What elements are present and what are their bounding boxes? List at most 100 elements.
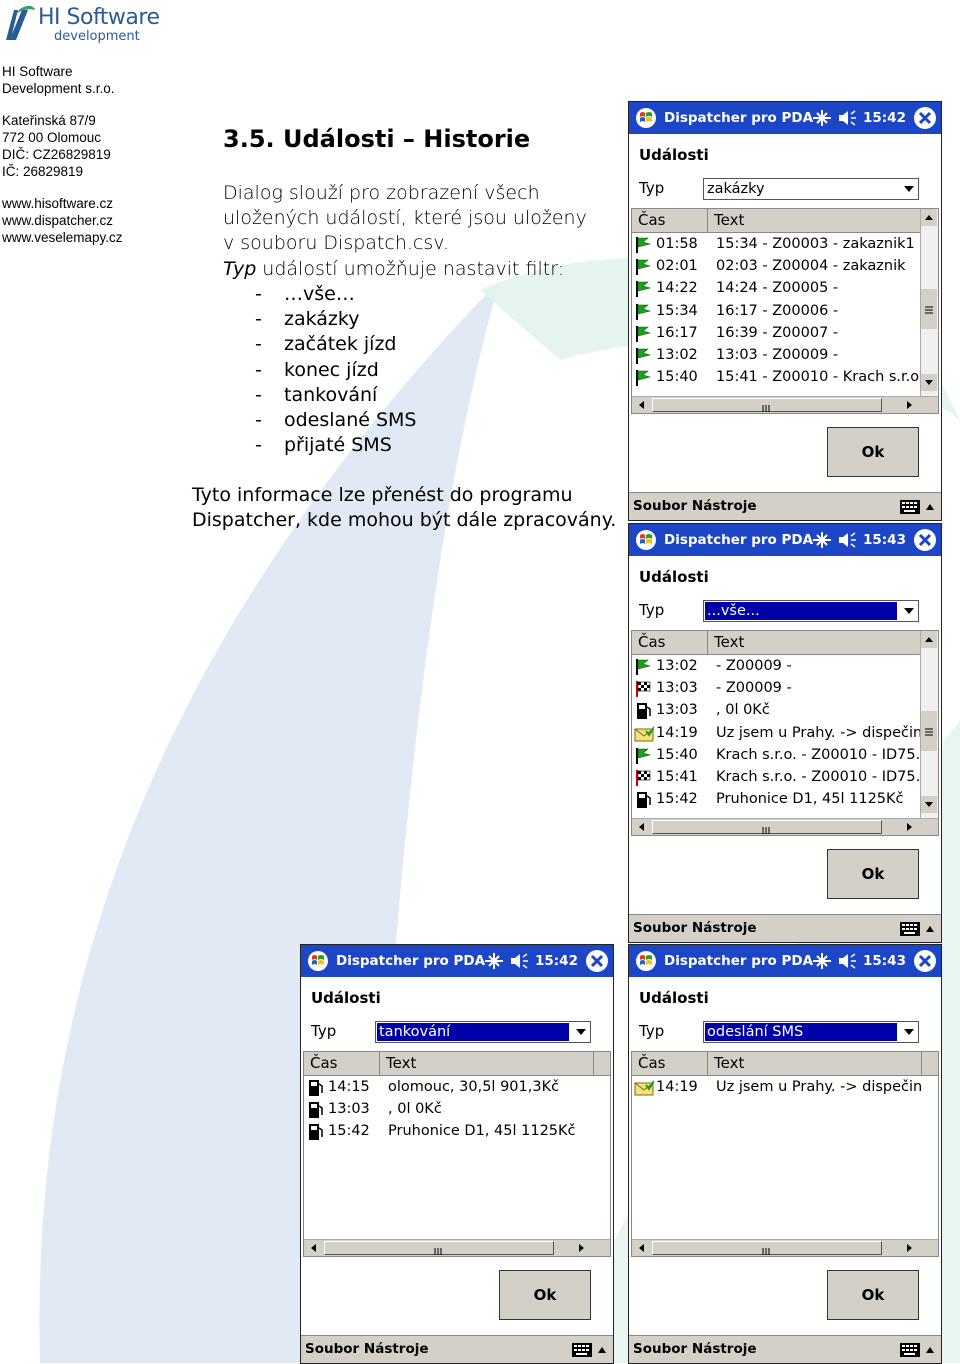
scroll-right-icon[interactable] — [901, 1240, 918, 1256]
scroll-right-icon[interactable] — [573, 1240, 590, 1256]
column-header-text[interactable]: Text — [708, 209, 922, 232]
start-menu-icon[interactable] — [635, 529, 657, 551]
typ-dropdown[interactable]: odeslání SMS — [703, 1021, 919, 1043]
chevron-down-icon[interactable] — [904, 1029, 914, 1035]
horizontal-scroll-thumb[interactable] — [652, 398, 882, 412]
scroll-thumb[interactable] — [921, 711, 937, 751]
menu-items[interactable]: Soubor Nástroje — [633, 920, 757, 936]
list-header: Čas Text — [632, 631, 938, 655]
list-header: Čas Text — [304, 1052, 610, 1076]
list-row[interactable]: 02:01 02:03 - Z00004 - zakaznik — [632, 256, 922, 278]
ok-button[interactable]: Ok — [827, 427, 919, 477]
chevron-down-icon[interactable] — [904, 186, 914, 192]
list-row[interactable]: 15:40 15:41 - Z00010 - Krach s.r.o — [632, 367, 922, 389]
list-row[interactable]: 15:34 16:17 - Z00006 - — [632, 301, 922, 323]
list-row[interactable]: 13:02 - Z00009 - — [632, 656, 922, 678]
close-icon[interactable] — [913, 528, 937, 552]
scroll-right-icon[interactable] — [901, 397, 918, 413]
scroll-thumb[interactable] — [921, 289, 937, 329]
flag-green-icon — [634, 303, 654, 321]
company-contact: HI Software Development s.r.o. Kateřinsk… — [2, 63, 123, 246]
keyboard-icon[interactable] — [899, 498, 935, 516]
typ-dropdown[interactable]: ...vše... — [703, 600, 919, 622]
web-link[interactable]: www.hisoftware.cz — [2, 195, 123, 212]
events-list[interactable]: Čas Text 13:02 - Z00009 -13:03 - Z00009 -1… — [631, 630, 939, 836]
list-row[interactable]: 15:40 Krach s.r.o. - Z00010 - ID75. — [632, 745, 922, 767]
list-row[interactable]: 13:02 13:03 - Z00009 - — [632, 345, 922, 367]
start-menu-icon[interactable] — [635, 107, 657, 129]
list-row[interactable]: 15:42 Pruhonice D1, 45l 1125Kč — [304, 1121, 594, 1143]
chevron-down-icon[interactable] — [576, 1029, 586, 1035]
list-row[interactable]: 14:15 olomouc, 30,5l 901,3Kč — [304, 1077, 594, 1099]
column-header-time[interactable]: Čas — [632, 631, 708, 654]
list-row[interactable]: 13:03 - Z00009 - — [632, 678, 922, 700]
row-time: 01:58 — [656, 236, 698, 252]
horizontal-scrollbar[interactable] — [632, 818, 938, 835]
events-list[interactable]: Čas Text 14:19 Uz jsem u Prahy. -> dispečin… — [631, 1051, 939, 1257]
connectivity-volume-icon[interactable] — [811, 951, 861, 971]
flag-checkered-icon — [634, 769, 654, 787]
column-header-time[interactable]: Čas — [632, 209, 708, 232]
ok-button[interactable]: Ok — [827, 849, 919, 899]
list-row[interactable]: 15:42 Pruhonice D1, 45l 1125Kč — [632, 789, 922, 811]
list-row[interactable]: 14:19 Uz jsem u Prahy. -> dispečink — [632, 1077, 922, 1099]
vertical-scrollbar[interactable] — [920, 631, 938, 819]
connectivity-volume-icon[interactable] — [483, 951, 533, 971]
list-row[interactable]: 14:19 Uz jsem u Prahy. -> dispečink — [632, 723, 922, 745]
scroll-left-icon[interactable] — [306, 1240, 323, 1256]
horizontal-scroll-thumb[interactable] — [652, 820, 882, 834]
typ-dropdown[interactable]: tankování — [375, 1021, 591, 1043]
web-link[interactable]: www.dispatcher.cz — [2, 212, 123, 229]
column-header-time[interactable]: Čas — [632, 1052, 708, 1075]
row-text: Pruhonice D1, 45l 1125Kč — [388, 1123, 576, 1140]
row-text: 02:03 - Z00004 - zakaznik — [716, 258, 906, 275]
close-icon[interactable] — [913, 106, 937, 130]
ok-button[interactable]: Ok — [827, 1270, 919, 1320]
close-icon[interactable] — [913, 949, 937, 973]
horizontal-scrollbar[interactable] — [632, 1239, 938, 1256]
menu-items[interactable]: Soubor Nástroje — [305, 1341, 429, 1357]
column-header-text[interactable]: Text — [708, 631, 922, 654]
events-list[interactable]: Čas Text 14:15 olomouc, 30,5l 901,3Kč 13:03,… — [303, 1051, 611, 1257]
scroll-up-icon[interactable] — [921, 631, 937, 648]
keyboard-icon[interactable] — [899, 920, 935, 938]
column-header-text[interactable]: Text — [708, 1052, 922, 1075]
typ-label: Typ — [311, 1022, 337, 1040]
scroll-left-icon[interactable] — [634, 819, 651, 835]
start-menu-icon[interactable] — [307, 950, 329, 972]
menu-items[interactable]: Soubor Nástroje — [633, 498, 757, 514]
scroll-left-icon[interactable] — [634, 397, 651, 413]
connectivity-volume-icon[interactable] — [811, 108, 861, 128]
keyboard-icon[interactable] — [571, 1341, 607, 1359]
keyboard-icon[interactable] — [899, 1341, 935, 1359]
menu-items[interactable]: Soubor Nástroje — [633, 1341, 757, 1357]
list-row[interactable]: 16:17 16:39 - Z00007 - — [632, 323, 922, 345]
vertical-scrollbar[interactable] — [920, 209, 938, 397]
column-header-text[interactable]: Text — [380, 1052, 594, 1075]
scroll-down-icon[interactable] — [921, 796, 937, 813]
horizontal-scroll-thumb[interactable] — [652, 1241, 882, 1255]
close-icon[interactable] — [585, 949, 609, 973]
list-row[interactable]: 14:22 14:24 - Z00005 - — [632, 278, 922, 300]
connectivity-volume-icon[interactable] — [811, 530, 861, 550]
list-row[interactable]: 01:58 15:34 - Z00003 - zakaznik1 — [632, 234, 922, 256]
horizontal-scrollbar[interactable] — [304, 1239, 610, 1256]
ok-button[interactable]: Ok — [499, 1270, 591, 1320]
horizontal-scrollbar[interactable] — [632, 396, 938, 413]
list-row[interactable]: 15:41 Krach s.r.o. - Z00010 - ID75. — [632, 767, 922, 789]
typ-dropdown[interactable]: zakázky — [703, 178, 919, 200]
start-menu-icon[interactable] — [635, 950, 657, 972]
chevron-down-icon[interactable] — [904, 608, 914, 614]
horizontal-scroll-thumb[interactable] — [324, 1241, 554, 1255]
list-row[interactable]: 13:03 , 0l 0Kč — [632, 700, 922, 722]
scroll-down-icon[interactable] — [921, 374, 937, 391]
list-row[interactable]: 13:03 , 0l 0Kč — [304, 1099, 594, 1121]
events-list[interactable]: Čas Text 01:58 15:34 - Z00003 - zakaznik1 02… — [631, 208, 939, 414]
scroll-up-icon[interactable] — [921, 209, 937, 226]
bullet-dash: - — [255, 434, 262, 457]
row-text: olomouc, 30,5l 901,3Kč — [388, 1079, 560, 1095]
scroll-right-icon[interactable] — [901, 819, 918, 835]
web-link[interactable]: www.veselemapy.cz — [2, 229, 123, 246]
column-header-time[interactable]: Čas — [304, 1052, 380, 1075]
scroll-left-icon[interactable] — [634, 1240, 651, 1256]
